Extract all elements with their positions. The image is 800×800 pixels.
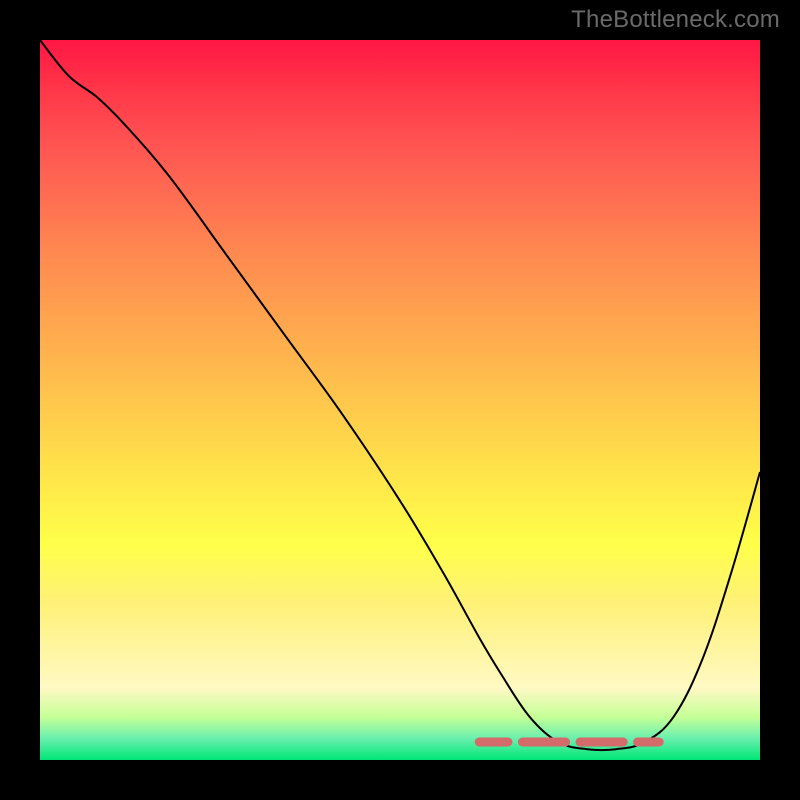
bottleneck-curve [40,40,760,750]
chart-svg [40,40,760,760]
chart-frame: TheBottleneck.com [0,0,800,800]
plot-area [40,40,760,760]
attribution-text: TheBottleneck.com [571,6,780,34]
